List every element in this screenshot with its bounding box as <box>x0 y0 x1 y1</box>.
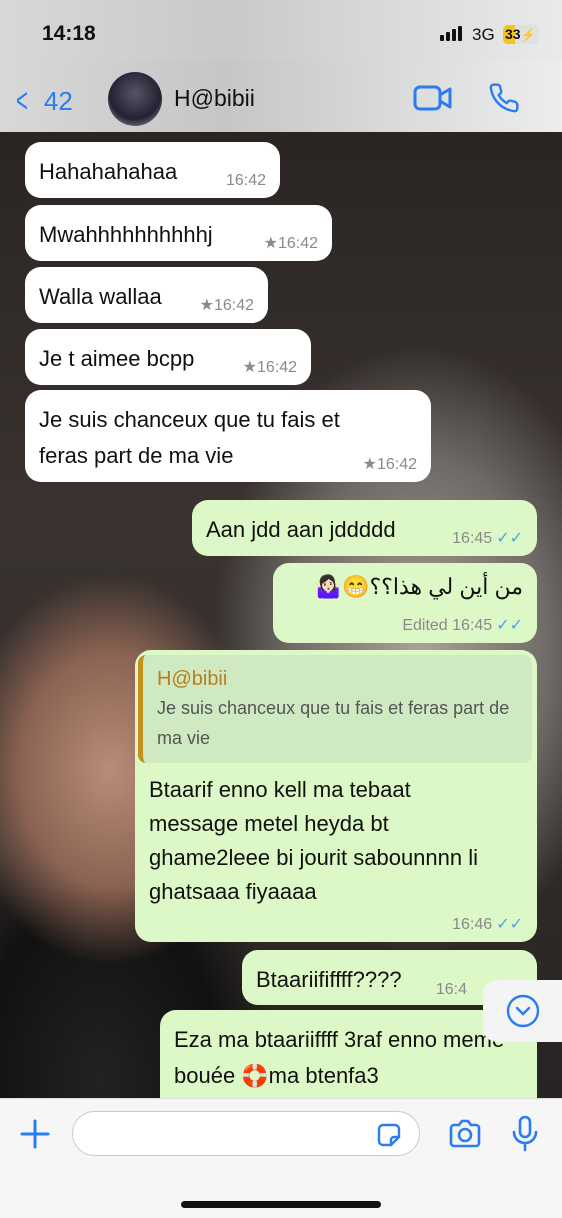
message-incoming[interactable]: Je t aimee bcpp ★16:42 <box>25 329 311 385</box>
unread-count: 42 <box>43 86 73 116</box>
status-bar: 14:18 3G 33⚡ <box>0 0 562 60</box>
message-incoming[interactable]: Je suis chanceux que tu fais et feras pa… <box>25 390 431 482</box>
message-input[interactable] <box>72 1111 420 1156</box>
home-indicator[interactable] <box>181 1201 381 1208</box>
network-type: 3G <box>472 25 495 44</box>
star-icon: ★ <box>263 235 278 252</box>
star-icon: ★ <box>242 359 257 376</box>
message-text: Btaariififfff???? <box>256 967 402 992</box>
message-outgoing[interactable]: من أين لي هذا؟؟😁🤷🏻‍♀️ Edited 16:45 ✓✓ <box>273 563 537 643</box>
message-incoming[interactable]: Hahahahahaa 16:42 <box>25 142 280 198</box>
message-time: 16:45 <box>452 617 493 634</box>
quoted-message[interactable]: H@bibii Je suis chanceux que tu fais et f… <box>138 655 532 763</box>
scroll-to-bottom-button[interactable] <box>483 980 562 1042</box>
star-icon: ★ <box>199 297 214 314</box>
back-button[interactable]: <42 <box>12 82 73 121</box>
message-text: Je t aimee bcpp <box>39 346 195 371</box>
read-receipt-icon: ✓✓ <box>496 916 523 933</box>
message-incoming[interactable]: Mwahhhhhhhhhhj ★16:42 <box>25 205 332 261</box>
video-call-icon[interactable] <box>413 84 453 117</box>
composer-bar <box>0 1098 562 1218</box>
message-time: 16:42 <box>256 359 297 376</box>
phone-call-icon[interactable] <box>488 82 520 119</box>
quoted-text: Je suis chanceux que tu fais et feras pa… <box>157 698 510 748</box>
edited-label: Edited <box>402 617 448 634</box>
message-outgoing-reply[interactable]: H@bibii Je suis chanceux que tu fais et f… <box>135 650 537 942</box>
message-time: 16:42 <box>277 235 318 252</box>
message-time: 16:42 <box>225 172 266 189</box>
sticker-icon[interactable] <box>375 1121 403 1149</box>
contact-name[interactable]: H@bibii <box>174 85 255 112</box>
message-text: Btaarif enno kell ma tebaat message mete… <box>149 777 479 904</box>
message-text: Mwahhhhhhhhhhj <box>39 222 213 247</box>
message-incoming[interactable]: Walla wallaa ★16:42 <box>25 267 268 323</box>
message-text: Je suis chanceux que tu fais et feras pa… <box>39 407 340 468</box>
message-time: 16:4 <box>435 981 467 998</box>
read-receipt-icon: ✓✓ <box>496 617 523 634</box>
chevron-left-icon: < <box>15 82 28 120</box>
message-text: Aan jdd aan jddddd <box>206 517 396 542</box>
battery-icon: 33⚡ <box>503 25 539 44</box>
message-text: Walla wallaa <box>39 284 162 309</box>
quoted-sender: H@bibii <box>157 668 228 690</box>
message-time: 16:42 <box>376 456 417 473</box>
star-icon: ★ <box>362 456 377 473</box>
plus-icon[interactable] <box>19 1118 51 1150</box>
microphone-icon[interactable] <box>511 1115 539 1153</box>
avatar[interactable] <box>108 72 162 126</box>
message-outgoing[interactable]: Aan jdd aan jddddd 16:45 ✓✓ <box>192 500 537 556</box>
clock: 14:18 <box>42 22 96 45</box>
chevron-down-circle-icon <box>506 994 539 1028</box>
read-receipt-icon: ✓✓ <box>496 530 523 547</box>
message-time: 16:45 <box>452 530 493 547</box>
signal-icon <box>440 26 462 41</box>
message-time: 16:46 <box>452 916 493 933</box>
camera-icon[interactable] <box>448 1118 482 1150</box>
battery-level: 33 <box>505 26 521 42</box>
message-text: Eza ma btaariiffff 3raf enno meme bouée … <box>174 1027 505 1088</box>
message-text: من أين لي هذا؟؟😁🤷🏻‍♀️ <box>314 574 523 599</box>
message-text: Hahahahahaa <box>39 159 178 184</box>
message-time: 16:42 <box>213 297 254 314</box>
chat-header <box>0 60 562 132</box>
